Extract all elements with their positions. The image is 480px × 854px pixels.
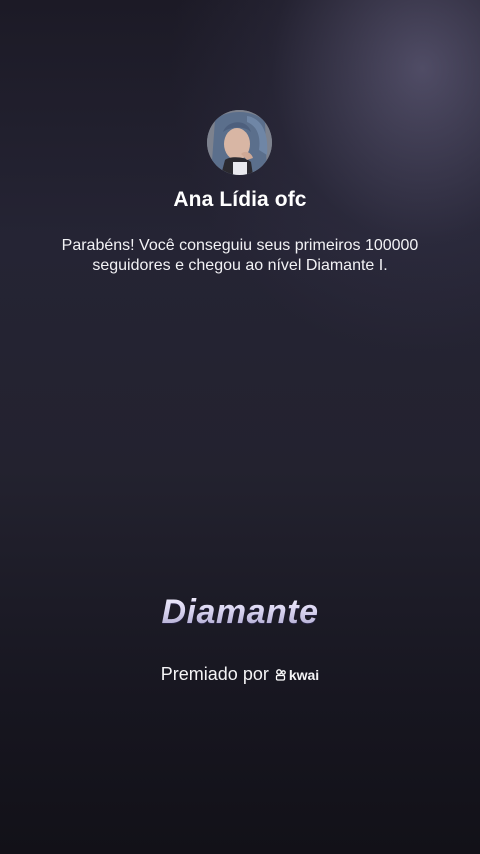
profile-name: Ana Lídia ofc	[173, 188, 307, 211]
award-prefix: Premiado por	[160, 664, 269, 684]
avatar-photo	[207, 110, 272, 175]
award-credit: Premiado por kwai	[0, 664, 480, 685]
achievement-screen: Ana Lídia ofc Parabéns! Você conseguiu s…	[0, 0, 480, 854]
congratulations-message: Parabéns! Você conseguiu seus primeiros …	[61, 237, 419, 274]
kwai-brand: kwai	[275, 667, 319, 683]
avatar[interactable]	[207, 110, 272, 175]
level-badge-title: Diamante	[161, 593, 319, 631]
level-badge: Diamante	[0, 593, 480, 632]
kwai-brand-label: kwai	[288, 666, 320, 683]
kwai-logo-icon	[275, 668, 286, 681]
